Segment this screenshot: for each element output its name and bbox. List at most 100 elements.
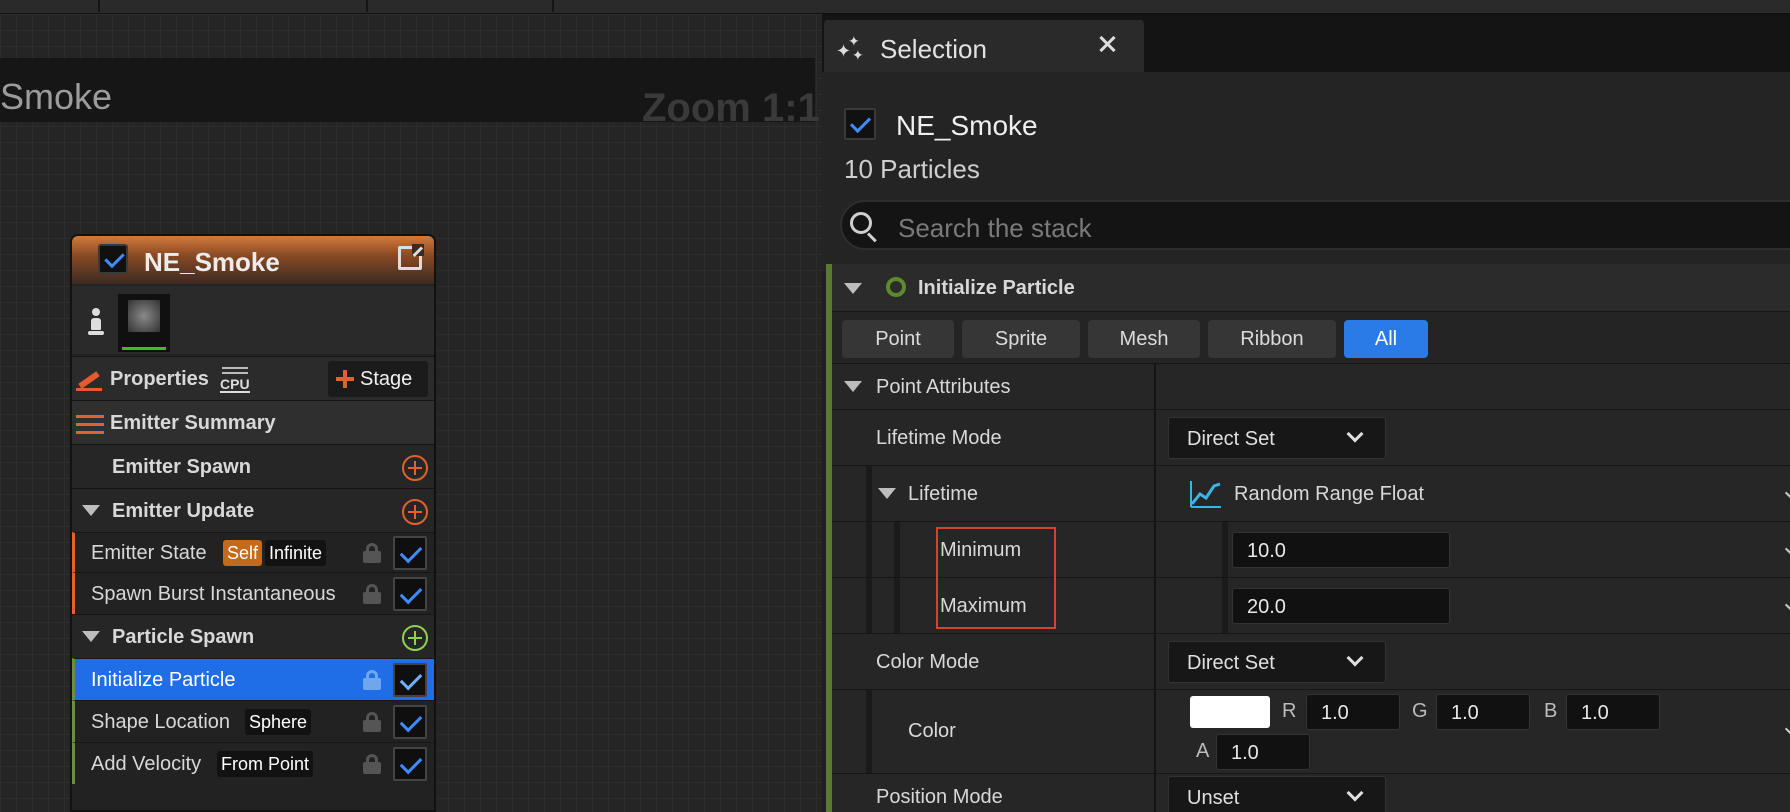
section-emitter-spawn[interactable]: Emitter Spawn [72,444,434,488]
emitter-node-header[interactable]: NE_Smoke [72,236,434,284]
lifetime-mode-dropdown[interactable]: Direct Set [1168,417,1386,459]
color-swatch[interactable] [1190,696,1270,728]
module-tag: Self [223,540,263,566]
indent-guide [1222,578,1228,633]
color-g-field[interactable]: 1.0 [1436,694,1530,730]
collapse-arrow-icon[interactable] [82,631,100,642]
channel-label: R [1282,700,1297,722]
module-enabled-checkbox[interactable] [393,577,427,611]
chevron-down-icon [1346,784,1364,802]
chevron-down-icon[interactable] [1784,597,1790,613]
module-status-icon [886,277,906,297]
emitter-summary-row[interactable]: Emitter Summary [72,400,434,444]
minimum-field[interactable]: 10.0 [1232,532,1450,568]
lock-icon[interactable] [363,712,381,732]
pencil-icon [76,369,102,391]
filter-tab-mesh[interactable]: Mesh [1088,320,1200,358]
chevron-down-icon[interactable] [1784,485,1790,501]
module-add-velocity[interactable]: Add Velocity From Point [72,742,434,784]
curve-graph-icon[interactable] [1190,480,1222,508]
lock-icon[interactable] [363,754,381,774]
row-lifetime-mode: Lifetime Mode Direct Set [832,410,1790,466]
indent-guide [894,578,900,633]
module-enabled-checkbox[interactable] [393,663,427,697]
filter-tab-sprite[interactable]: Sprite [962,320,1080,358]
module-label: Add Velocity [91,753,202,775]
lock-icon[interactable] [363,670,381,690]
color-a-field[interactable]: 1.0 [1216,734,1310,770]
collapse-arrow-icon[interactable] [82,505,100,516]
filter-tab-point[interactable]: Point [842,320,954,358]
module-shape-location[interactable]: Shape Location Sphere [72,700,434,742]
module-label: Emitter State [91,542,207,564]
color-b-field[interactable]: 1.0 [1566,694,1660,730]
property-label: Lifetime Mode [876,427,1002,449]
maximum-field[interactable]: 20.0 [1232,588,1450,624]
chevron-down-icon [1346,649,1364,667]
module-emitter-state[interactable]: Emitter State Self Infinite [72,532,434,572]
module-tag: Infinite [265,540,327,566]
module-enabled-checkbox[interactable] [393,747,427,781]
module-enabled-checkbox[interactable] [393,705,427,739]
panel-tab-bar: ✦ ✦ ✦ Selection [822,14,1790,72]
emitter-node[interactable]: NE_Smoke Properties CPU Stage Emitter Su… [70,234,436,812]
group-point-attributes[interactable]: Point Attributes [832,364,1790,410]
person-icon[interactable] [88,308,104,336]
properties-row[interactable]: Properties CPU Stage [72,356,434,400]
particle-count: 10 Particles [844,154,980,184]
lock-icon[interactable] [363,584,381,604]
row-lifetime: Lifetime Random Range Float [832,466,1790,522]
emitter-enabled-checkbox[interactable] [844,108,876,140]
section-label: Particle Spawn [112,626,255,648]
indent-guide [894,522,900,577]
search-placeholder: Search the stack [898,213,1092,243]
add-module-icon[interactable] [402,499,428,525]
indent-guide [866,522,872,577]
section-particle-spawn[interactable]: Particle Spawn [72,614,434,658]
column-divider [1154,774,1156,812]
collapse-arrow-icon[interactable] [844,283,862,294]
module-enabled-checkbox[interactable] [393,536,427,570]
add-module-icon[interactable] [402,625,428,651]
chevron-down-icon[interactable] [1784,721,1790,737]
position-mode-dropdown[interactable]: Unset [1168,776,1386,812]
selected-emitter-name: NE_Smoke [896,110,1038,141]
collapse-arrow-icon[interactable] [878,488,896,499]
search-icon [850,212,880,243]
niagara-editor: Smoke Zoom 1:1 NE_Smoke Properties CPU S… [0,0,1790,812]
section-emitter-update[interactable]: Emitter Update [72,488,434,532]
stack-search-input[interactable]: Search the stack [840,200,1790,250]
color-r-field[interactable]: 1.0 [1306,694,1400,730]
properties-label: Properties [110,368,209,390]
emitter-summary-label: Emitter Summary [110,412,276,434]
collapse-arrow-icon[interactable] [844,381,862,392]
module-label: Initialize Particle [91,669,236,691]
chevron-down-icon[interactable] [1784,541,1790,557]
emitter-enabled-checkbox[interactable] [98,244,128,274]
filter-tab-ribbon[interactable]: Ribbon [1208,320,1336,358]
module-spawn-burst[interactable]: Spawn Burst Instantaneous [72,572,434,614]
color-mode-dropdown[interactable]: Direct Set [1168,641,1386,683]
open-external-icon[interactable] [398,244,424,270]
filter-tab-all[interactable]: All [1344,320,1428,358]
indent-guide [866,578,872,633]
module-header-initialize-particle[interactable]: Initialize Particle [832,264,1790,312]
add-stage-button[interactable]: Stage [328,361,428,397]
stage-label: Stage [360,368,413,390]
emitter-thumbnail-row [72,286,434,354]
dynamic-input-value[interactable]: Random Range Float [1234,483,1424,506]
row-color: Color R 1.0 G 1.0 B 1.0 A 1.0 [832,690,1790,774]
column-divider [1154,690,1156,773]
column-divider [1154,466,1156,521]
module-initialize-particle[interactable]: Initialize Particle [72,658,434,700]
tab-title: Selection [880,34,987,64]
lock-icon[interactable] [363,543,381,563]
close-icon[interactable] [1098,34,1118,54]
toolbar-separator [98,0,100,12]
tab-selection[interactable]: ✦ ✦ ✦ Selection [824,20,1144,72]
add-module-icon[interactable] [402,455,428,481]
list-icon [76,415,104,435]
indent-guide [1222,522,1228,577]
module-label: Shape Location [91,711,231,733]
emitter-thumbnail[interactable] [118,294,170,352]
